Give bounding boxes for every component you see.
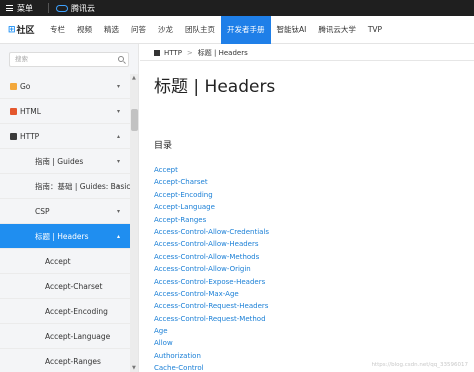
sidebar-item-label: HTML (20, 107, 41, 116)
chevron-icon[interactable]: ▴ (117, 224, 120, 249)
sidebar: 搜索 Go ▾ HTML ▾ HTTP ▴ 指南 | Guides ▾ 指南：基础 | Guid… (0, 44, 139, 372)
brand-name: 腾讯云 (71, 3, 95, 13)
sidebar-search-input[interactable]: 搜索 (9, 52, 129, 67)
hamburger-icon (6, 5, 13, 11)
community-logo-text: 社区 (16, 26, 35, 36)
main-nav: ⊞ 社区 专栏 视频 精选 问答 沙龙 团队主页 开发者手册 智能钛AI 腾讯云大学 TVP (0, 15, 474, 44)
scroll-up-icon[interactable]: ▲ (132, 75, 136, 81)
breadcrumb-separator-icon: > (186, 49, 193, 57)
toc-list: Accept Accept-Charset Accept-Encoding Accep… (154, 164, 269, 372)
toc-link[interactable]: Age (154, 325, 269, 337)
nav-item[interactable]: 精选 (98, 16, 125, 44)
sidebar-item[interactable]: CSP ▾ (0, 199, 130, 224)
menu-button[interactable]: 菜单 (0, 0, 48, 16)
breadcrumb: HTTP > 标题 | Headers (154, 48, 248, 58)
sidebar-item-label: 标题 | Headers (35, 232, 89, 241)
toc-link[interactable]: Accept-Language (154, 201, 269, 213)
watermark: https://blog.csdn.net/qq_33596017 (371, 362, 468, 368)
chevron-icon[interactable]: ▾ (117, 99, 120, 124)
community-logo[interactable]: ⊞ 社区 (0, 23, 44, 37)
language-icon (10, 83, 17, 90)
nav-item[interactable]: 沙龙 (152, 16, 179, 44)
chevron-icon[interactable]: ▴ (117, 124, 120, 149)
sidebar-item[interactable]: Accept (0, 249, 130, 274)
toc-link[interactable]: Cache-Control (154, 362, 269, 372)
toc-link[interactable]: Access-Control-Request-Headers (154, 300, 269, 312)
nav-item[interactable]: 团队主页 (179, 16, 221, 44)
sidebar-item[interactable]: Accept-Ranges (0, 349, 130, 372)
nav-item[interactable]: 专栏 (44, 16, 71, 44)
nav-item[interactable]: 智能钛AI (271, 16, 313, 44)
breadcrumb-divider (140, 60, 474, 61)
toc-link[interactable]: Authorization (154, 350, 269, 362)
sidebar-item[interactable]: 指南 | Guides ▾ (0, 149, 130, 174)
language-icon (10, 133, 17, 140)
page-title: 标题 | Headers (154, 77, 276, 97)
http-icon (154, 50, 160, 56)
toc-link[interactable]: Access-Control-Max-Age (154, 288, 269, 300)
chevron-icon[interactable]: ▾ (117, 74, 120, 99)
chevron-icon[interactable]: ▾ (117, 174, 120, 199)
nav-item[interactable]: 开发者手册 (221, 15, 271, 44)
top-bar: 菜单 腾讯云 (0, 0, 474, 16)
toc-link[interactable]: Accept-Ranges (154, 214, 269, 226)
sidebar-tree: Go ▾ HTML ▾ HTTP ▴ 指南 | Guides ▾ 指南：基础 | Guides:… (0, 74, 134, 372)
search-placeholder: 搜索 (15, 55, 28, 63)
main-content: HTTP > 标题 | Headers 标题 | Headers 目录 Acce… (140, 44, 474, 372)
sidebar-scrollbar[interactable]: ▲ ▼ (130, 74, 138, 372)
nav-item[interactable]: TVP (362, 16, 388, 44)
toc-link[interactable]: Access-Control-Allow-Methods (154, 251, 269, 263)
toc-link[interactable]: Accept-Charset (154, 176, 269, 188)
brand-link[interactable]: 腾讯云 (49, 3, 95, 14)
sidebar-item[interactable]: HTML ▾ (0, 99, 130, 124)
community-logo-icon: ⊞ (8, 24, 16, 35)
toc-link[interactable]: Access-Control-Allow-Credentials (154, 226, 269, 238)
sidebar-item-label: Accept-Encoding (45, 307, 108, 316)
chevron-icon[interactable]: ▾ (117, 149, 120, 174)
sidebar-item-label: Go (20, 82, 31, 91)
sidebar-item-label: 指南 | Guides (35, 157, 84, 166)
chevron-icon[interactable]: ▾ (117, 199, 120, 224)
sidebar-item[interactable]: HTTP ▴ (0, 124, 130, 149)
toc-link[interactable]: Access-Control-Allow-Origin (154, 263, 269, 275)
sidebar-item[interactable]: Accept-Encoding (0, 299, 130, 324)
sidebar-item[interactable]: 标题 | Headers ▴ (0, 224, 130, 249)
nav-item[interactable]: 视频 (71, 16, 98, 44)
toc-link[interactable]: Access-Control-Request-Method (154, 313, 269, 325)
toc-link[interactable]: Accept-Encoding (154, 189, 269, 201)
toc-link[interactable]: Allow (154, 337, 269, 349)
toc-link[interactable]: Access-Control-Allow-Headers (154, 238, 269, 250)
toc-heading: 目录 (154, 141, 173, 151)
sidebar-item-label: Accept-Charset (45, 282, 103, 291)
nav-items: 专栏 视频 精选 问答 沙龙 团队主页 开发者手册 智能钛AI 腾讯云大学 TVP (44, 15, 388, 44)
cloud-logo-icon (56, 4, 68, 12)
sidebar-item-label: Accept-Ranges (45, 357, 101, 366)
sidebar-item[interactable]: Accept-Language (0, 324, 130, 349)
scrollbar-thumb[interactable] (131, 109, 138, 131)
nav-item[interactable]: 问答 (125, 16, 152, 44)
sidebar-item-label: Accept-Language (45, 332, 111, 341)
breadcrumb-page: 标题 | Headers (197, 49, 248, 57)
nav-item[interactable]: 腾讯云大学 (312, 16, 362, 44)
sidebar-item[interactable]: Accept-Charset (0, 274, 130, 299)
scroll-down-icon[interactable]: ▼ (132, 365, 136, 371)
sidebar-item-label: Accept (45, 257, 71, 266)
breadcrumb-section[interactable]: HTTP (164, 49, 182, 57)
sidebar-item[interactable]: 指南：基础 | Guides: Basics ▾ (0, 174, 134, 199)
toc-link[interactable]: Access-Control-Expose-Headers (154, 276, 269, 288)
sidebar-item-label: CSP (35, 207, 50, 216)
menu-label: 菜单 (17, 3, 33, 13)
language-icon (10, 108, 17, 115)
search-icon[interactable] (118, 56, 124, 62)
sidebar-item[interactable]: Go ▾ (0, 74, 130, 99)
sidebar-item-label: HTTP (20, 132, 40, 141)
toc-link[interactable]: Accept (154, 164, 269, 176)
